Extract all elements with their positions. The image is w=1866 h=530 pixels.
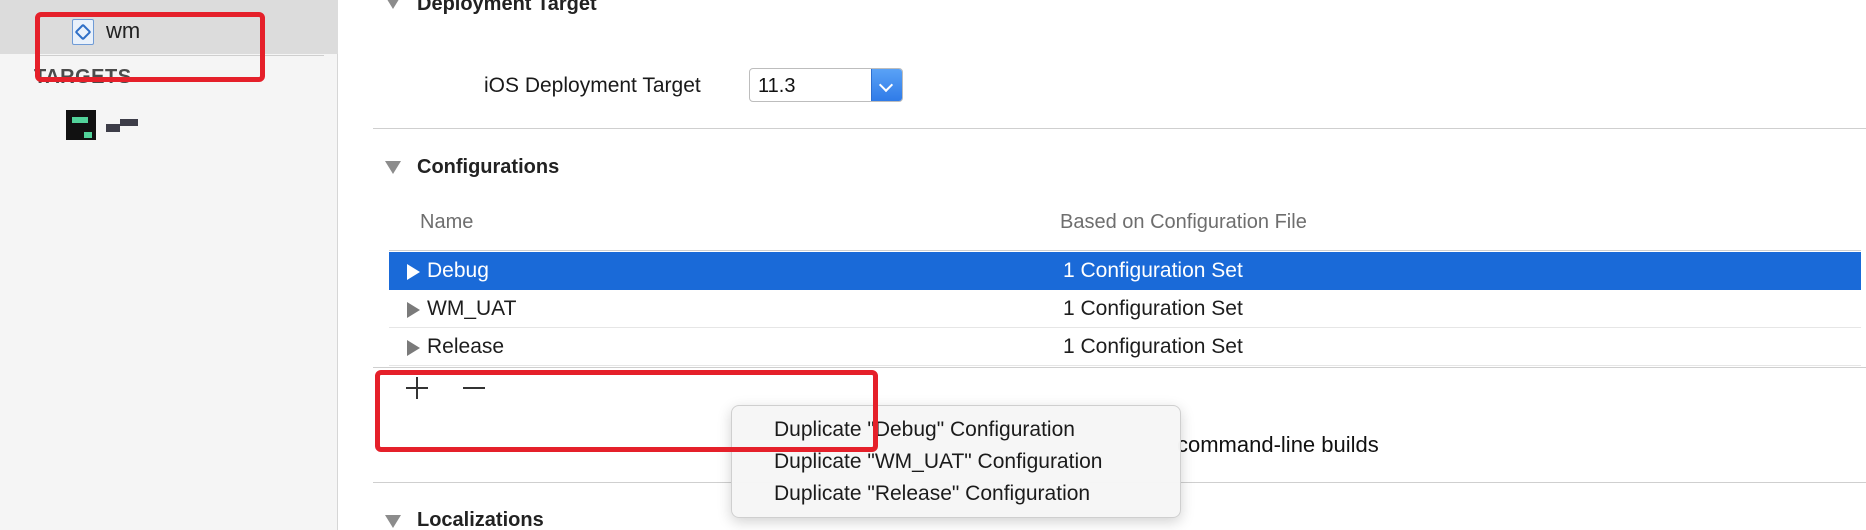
- menu-item-duplicate-debug[interactable]: Duplicate "Debug" Configuration: [774, 418, 1075, 442]
- configuration-row-wm-uat[interactable]: WM_UAT 1 Configuration Set: [389, 290, 1861, 328]
- configuration-row-release[interactable]: Release 1 Configuration Set: [389, 328, 1861, 366]
- configuration-name: Debug: [427, 259, 489, 282]
- configuration-based-on: 1 Configuration Set: [1063, 335, 1243, 358]
- targets-header: TARGETS: [34, 66, 132, 88]
- configurations-title: Configurations: [417, 156, 560, 178]
- column-header-name[interactable]: Name: [420, 211, 473, 234]
- column-header-based-on[interactable]: Based on Configuration File: [1060, 211, 1307, 234]
- sidebar-divider: [38, 55, 324, 56]
- ios-deployment-target-popup[interactable]: 11.3: [749, 68, 903, 102]
- menu-item-duplicate-release[interactable]: Duplicate "Release" Configuration: [774, 482, 1090, 506]
- project-row-wm[interactable]: wm: [0, 0, 338, 54]
- table-bottom-divider: [373, 367, 1866, 368]
- build-settings-info-pane: Deployment Target iOS Deployment Target …: [339, 0, 1866, 530]
- minus-icon[interactable]: [459, 373, 489, 403]
- project-file-icon: [72, 19, 94, 45]
- plus-icon[interactable]: [402, 373, 432, 403]
- configuration-name: Release: [427, 335, 505, 358]
- menu-item-duplicate-wm-uat[interactable]: Duplicate "WM_UAT" Configuration: [774, 450, 1102, 474]
- disclosure-triangle-icon[interactable]: [407, 302, 420, 318]
- chevron-down-icon[interactable]: [871, 69, 902, 101]
- disclosure-triangle-icon[interactable]: [407, 340, 420, 356]
- command-line-builds-text: command-line builds: [1177, 432, 1379, 457]
- configuration-based-on: 1 Configuration Set: [1063, 259, 1243, 282]
- ios-deployment-target-label: iOS Deployment Target: [484, 74, 701, 97]
- section-divider: [373, 128, 1866, 129]
- table-header-divider: [389, 250, 1861, 251]
- disclosure-triangle-icon[interactable]: [407, 264, 420, 280]
- configuration-name: WM_UAT: [427, 297, 517, 320]
- disclosure-triangle-icon[interactable]: [385, 161, 401, 174]
- deployment-target-title: Deployment Target: [417, 0, 597, 15]
- duplicate-configuration-menu: Duplicate "Debug" Configuration Duplicat…: [731, 405, 1181, 518]
- disclosure-triangle-icon[interactable]: [385, 0, 401, 9]
- project-label: wm: [106, 18, 141, 43]
- project-navigator-sidebar: wm TARGETS: [0, 0, 338, 530]
- xcode-project-editor: wm TARGETS Deployment Target iOS Deploym…: [0, 0, 1866, 530]
- deployment-target-value: 11.3: [758, 75, 796, 97]
- configuration-row-debug[interactable]: Debug 1 Configuration Set: [389, 252, 1861, 290]
- localizations-title: Localizations: [417, 509, 544, 530]
- disclosure-triangle-icon[interactable]: [385, 515, 401, 528]
- configuration-based-on: 1 Configuration Set: [1063, 297, 1243, 320]
- app-target-icon[interactable]: [66, 110, 96, 140]
- target-name-obscured[interactable]: [106, 119, 138, 133]
